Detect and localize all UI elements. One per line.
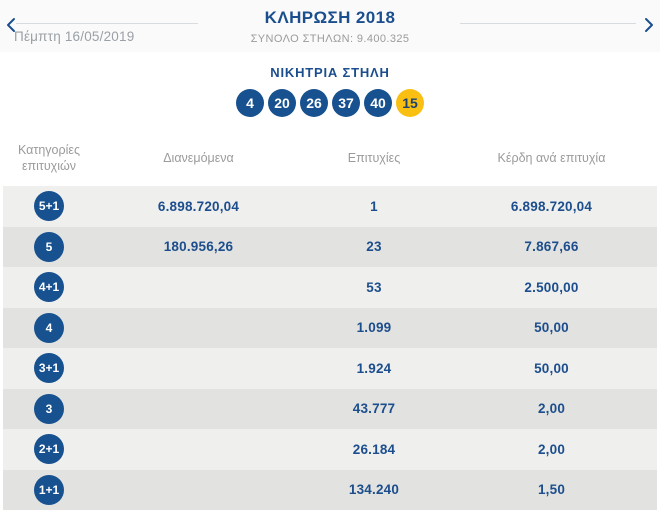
category-badge: 1+1 xyxy=(34,474,64,505)
category-cell: 3+1 xyxy=(3,353,95,384)
table-header-row: Κατηγορίες επιτυχιών Διανεμόμενα Επιτυχί… xyxy=(3,130,657,186)
winners-cell: 1.924 xyxy=(356,360,392,376)
left-divider-line xyxy=(16,23,198,24)
prize-cell: 7.867,66 xyxy=(524,239,579,255)
category-cell: 2+1 xyxy=(3,434,95,465)
category-cell: 4 xyxy=(3,312,95,343)
winners-cell: 1.099 xyxy=(356,320,392,336)
chevron-right-icon xyxy=(643,18,655,37)
winners-cell: 1 xyxy=(370,198,378,214)
category-cell: 4+1 xyxy=(3,272,95,303)
header-prize: Κέρδη ανά επιτυχία xyxy=(497,151,606,165)
prize-cell: 6.898.720,04 xyxy=(510,198,593,214)
winners-cell: 23 xyxy=(366,239,382,255)
table-row: 4 1.099 50,00 xyxy=(3,307,657,348)
number-ball: 15 xyxy=(396,89,424,117)
category-cell: 3 xyxy=(3,393,95,424)
prize-cell: 2.500,00 xyxy=(524,279,579,295)
lottery-results-page: Πέμπτη 16/05/2019 ΚΛΗΡΩΣΗ 2018 ΣΥΝΟΛΟ ΣΤ… xyxy=(0,0,660,510)
next-draw-button[interactable] xyxy=(641,14,657,36)
winners-cell: 43.777 xyxy=(352,401,396,417)
table-row: 3+1 1.924 50,00 xyxy=(3,348,657,389)
table-row: 5+1 6.898.720,04 1 6.898.720,04 xyxy=(3,186,657,227)
distributed-cell: 6.898.720,04 xyxy=(157,198,240,214)
winning-numbers-section: ΝΙΚΗΤΡΙΑ ΣΤΗΛΗ 4 20 26 37 40 15 xyxy=(0,52,660,130)
draw-title: ΚΛΗΡΩΣΗ 2018 xyxy=(264,8,396,27)
draw-header-center: ΚΛΗΡΩΣΗ 2018 ΣΥΝΟΛΟ ΣΤΗΛΩΝ: 9.400.325 xyxy=(251,8,410,45)
category-badge: 4+1 xyxy=(34,272,64,303)
table-row: 4+1 53 2.500,00 xyxy=(3,267,657,308)
draw-date: Πέμπτη 16/05/2019 xyxy=(14,29,135,44)
distributed-cell: 180.956,26 xyxy=(163,239,234,255)
number-ball: 26 xyxy=(300,89,328,117)
table-body: 5+1 6.898.720,04 1 6.898.720,04 5 180.95… xyxy=(0,186,660,510)
category-badge: 5 xyxy=(34,231,64,262)
category-badge: 4 xyxy=(34,312,64,343)
winning-numbers: 4 20 26 37 40 15 xyxy=(0,89,660,117)
number-ball: 4 xyxy=(236,89,264,117)
table-row: 1+1 134.240 1,50 xyxy=(3,469,657,510)
category-cell: 1+1 xyxy=(3,474,95,505)
prize-cell: 2,00 xyxy=(537,441,566,457)
results-table: Κατηγορίες επιτυχιών Διανεμόμενα Επιτυχί… xyxy=(0,130,660,510)
category-cell: 5 xyxy=(3,231,95,262)
number-ball: 37 xyxy=(332,89,360,117)
category-cell: 5+1 xyxy=(3,191,95,222)
winners-cell: 53 xyxy=(366,279,382,295)
draw-navigation: Πέμπτη 16/05/2019 ΚΛΗΡΩΣΗ 2018 ΣΥΝΟΛΟ ΣΤ… xyxy=(0,0,660,52)
table-row: 2+1 26.184 2,00 xyxy=(3,429,657,470)
category-badge: 3+1 xyxy=(34,353,64,384)
table-row: 5 180.956,26 23 7.867,66 xyxy=(3,226,657,267)
table-row: 3 43.777 2,00 xyxy=(3,388,657,429)
prize-cell: 50,00 xyxy=(534,320,569,336)
category-badge: 5+1 xyxy=(34,191,64,222)
prize-cell: 1,50 xyxy=(537,482,566,498)
winning-numbers-heading: ΝΙΚΗΤΡΙΑ ΣΤΗΛΗ xyxy=(270,65,390,80)
prize-cell: 2,00 xyxy=(537,401,566,417)
prize-cell: 50,00 xyxy=(534,360,569,376)
total-columns-label: ΣΥΝΟΛΟ ΣΤΗΛΩΝ: 9.400.325 xyxy=(250,33,410,45)
winners-cell: 134.240 xyxy=(348,482,400,498)
header-category: Κατηγορίες επιτυχιών xyxy=(18,143,80,173)
category-badge: 3 xyxy=(34,393,64,424)
header-winners: Επιτυχίες xyxy=(347,151,401,165)
header-distributed: Διανεμόμενα xyxy=(163,151,234,165)
winners-cell: 26.184 xyxy=(352,441,396,457)
number-ball: 40 xyxy=(364,89,392,117)
category-badge: 2+1 xyxy=(34,434,64,465)
right-divider-line xyxy=(460,23,636,24)
number-ball: 20 xyxy=(268,89,296,117)
